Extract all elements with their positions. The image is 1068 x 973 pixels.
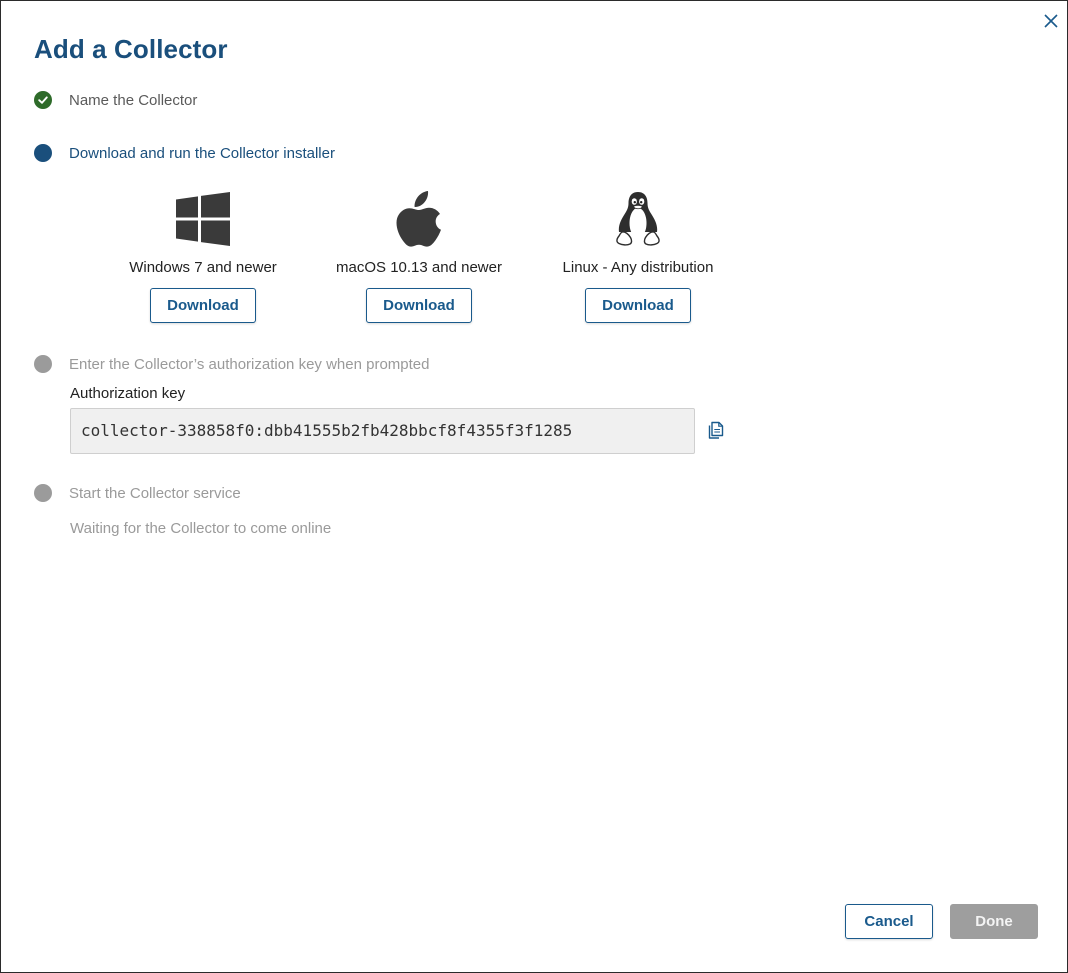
download-windows-button[interactable]: Download <box>150 288 256 323</box>
check-icon <box>34 91 52 109</box>
step-enter-authorization-key: Enter the Collector’s authorization key … <box>34 355 429 373</box>
os-name: Windows 7 and newer <box>129 259 277 276</box>
step-label: Enter the Collector’s authorization key … <box>69 355 430 373</box>
add-collector-dialog: Add a Collector Name the Collector Downl… <box>0 0 1068 973</box>
download-linux-button[interactable]: Download <box>585 288 691 323</box>
authorization-key-field[interactable]: collector-338858f0:dbb41555b2fb428bbcf8f… <box>70 408 695 454</box>
step-label: Start the Collector service <box>69 484 241 502</box>
dialog-title: Add a Collector <box>34 34 228 64</box>
pending-step-indicator <box>34 355 52 373</box>
copy-icon[interactable] <box>706 420 728 442</box>
os-name: Linux - Any distribution <box>562 259 714 276</box>
close-icon[interactable] <box>1041 11 1061 31</box>
download-macos-button[interactable]: Download <box>366 288 472 323</box>
step-start-service: Start the Collector service <box>34 484 241 502</box>
linux-tux-icon <box>528 189 748 249</box>
step-label: Download and run the Collector installer <box>69 144 335 162</box>
download-windows: Windows 7 and newer Download <box>93 189 313 323</box>
download-macos: macOS 10.13 and newer Download <box>309 189 529 323</box>
active-step-indicator <box>34 144 52 162</box>
cancel-button[interactable]: Cancel <box>845 904 933 939</box>
download-linux: Linux - Any distribution Download <box>528 189 748 323</box>
apple-icon <box>309 189 529 249</box>
step-name-collector: Name the Collector <box>34 91 197 109</box>
done-button[interactable]: Done <box>950 904 1038 939</box>
step-download-installer: Download and run the Collector installer <box>34 144 335 162</box>
waiting-status-text: Waiting for the Collector to come online <box>70 520 332 537</box>
step-label: Name the Collector <box>69 91 198 109</box>
os-name: macOS 10.13 and newer <box>336 259 502 276</box>
windows-icon <box>93 189 313 249</box>
pending-step-indicator <box>34 484 52 502</box>
authorization-key-label: Authorization key <box>70 385 186 402</box>
